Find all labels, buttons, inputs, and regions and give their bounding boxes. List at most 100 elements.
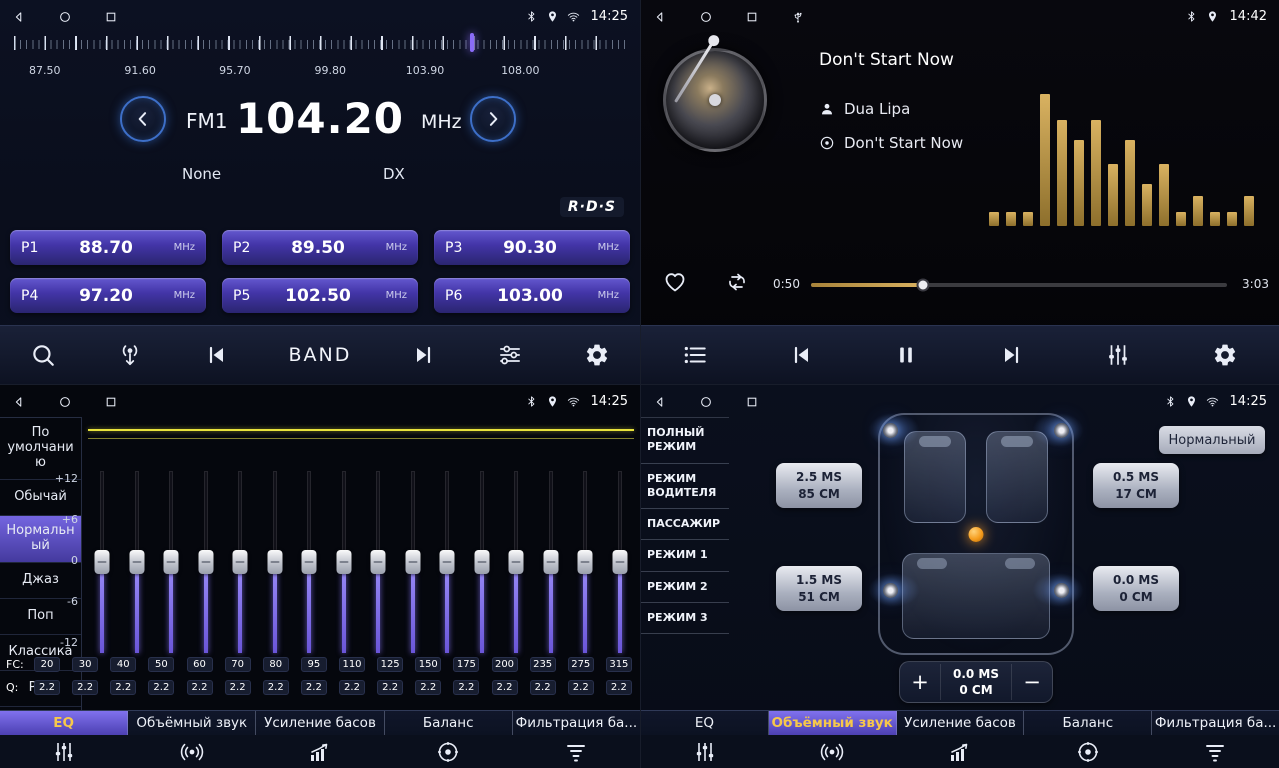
preset-button-p1[interactable]: P188.70MHz xyxy=(10,230,206,265)
eq-slider-handle[interactable] xyxy=(336,550,351,574)
eq-band-slider[interactable] xyxy=(541,471,561,653)
mode-full[interactable]: ПОЛНЫЙ РЕЖИМ xyxy=(641,418,729,464)
tab-bass-boost[interactable]: Усиление басов xyxy=(256,711,384,735)
tuning-indicator[interactable] xyxy=(470,33,474,52)
frequency-scale[interactable] xyxy=(14,36,626,51)
favorite-button[interactable] xyxy=(663,270,687,294)
eq-band-slider[interactable] xyxy=(472,471,492,653)
back-button[interactable] xyxy=(653,7,667,26)
eq-band-slider[interactable] xyxy=(230,471,250,653)
eq-band-slider[interactable] xyxy=(265,471,285,653)
eq-band-slider[interactable] xyxy=(610,471,630,653)
eq-slider-handle[interactable] xyxy=(440,550,455,574)
next-track-button[interactable] xyxy=(1000,343,1024,367)
band-switch-button[interactable]: BAND xyxy=(289,344,352,366)
progress-bar[interactable] xyxy=(811,283,1227,287)
broadcast-seek-button[interactable] xyxy=(117,342,143,368)
tab-surround-sound[interactable]: Объёмный звук xyxy=(128,711,256,735)
eq-band-slider[interactable] xyxy=(299,471,319,653)
preset-button-p6[interactable]: P6103.00MHz xyxy=(434,278,630,313)
eq-slider-handle[interactable] xyxy=(474,550,489,574)
eq-slider-handle[interactable] xyxy=(578,550,593,574)
prev-station-button[interactable] xyxy=(204,343,228,367)
next-station-button[interactable] xyxy=(412,343,436,367)
tune-settings-button[interactable] xyxy=(497,342,523,368)
playlist-button[interactable] xyxy=(682,342,708,368)
mixer-button[interactable] xyxy=(1105,342,1131,368)
eq-preset-custom[interactable]: Обычай xyxy=(0,480,81,516)
speaker-rear-right[interactable] xyxy=(1054,583,1069,598)
sound-preset-button[interactable]: Нормальный xyxy=(1159,426,1265,454)
filter-tab-icon[interactable] xyxy=(1151,740,1279,764)
pause-button[interactable] xyxy=(894,343,918,367)
eq-band-slider[interactable] xyxy=(196,471,216,653)
eq-band-slider[interactable] xyxy=(437,471,457,653)
eq-slider-handle[interactable] xyxy=(405,550,420,574)
tune-down-button[interactable] xyxy=(120,96,166,142)
eq-slider-handle[interactable] xyxy=(302,550,317,574)
back-button[interactable] xyxy=(12,392,26,411)
eq-slider-handle[interactable] xyxy=(233,550,248,574)
bass-boost-tab-icon[interactable] xyxy=(896,740,1024,764)
filter-tab-icon[interactable] xyxy=(512,740,640,764)
mode-3[interactable]: РЕЖИМ 3 xyxy=(641,603,729,634)
mode-driver[interactable]: РЕЖИМ ВОДИТЕЛЯ xyxy=(641,464,729,510)
eq-band-slider[interactable] xyxy=(575,471,595,653)
decrease-delay-button[interactable]: − xyxy=(1012,672,1052,693)
delay-front-right[interactable]: 0.5 MS 17 CM xyxy=(1093,463,1179,508)
eq-slider-handle[interactable] xyxy=(198,550,213,574)
delay-front-left[interactable]: 2.5 MS 85 CM xyxy=(776,463,862,508)
preset-button-p4[interactable]: P497.20MHz xyxy=(10,278,206,313)
tab-filter[interactable]: Фильтрация ба... xyxy=(513,711,640,735)
recents-button[interactable] xyxy=(745,392,759,411)
eq-band-slider[interactable] xyxy=(403,471,423,653)
eq-preset-jazz[interactable]: Джаз xyxy=(0,563,81,599)
tab-balance[interactable]: Баланс xyxy=(385,711,513,735)
home-button[interactable] xyxy=(699,392,713,411)
recents-button[interactable] xyxy=(104,7,118,26)
eq-slider-handle[interactable] xyxy=(267,550,282,574)
mode-passenger[interactable]: ПАССАЖИР xyxy=(641,509,729,540)
tab-eq[interactable]: EQ xyxy=(641,711,769,735)
delay-rear-left[interactable]: 1.5 MS 51 CM xyxy=(776,566,862,611)
home-button[interactable] xyxy=(699,7,713,26)
eq-band-slider[interactable] xyxy=(127,471,147,653)
eq-band-slider[interactable] xyxy=(334,471,354,653)
eq-band-slider[interactable] xyxy=(92,471,112,653)
speaker-rear-left[interactable] xyxy=(883,583,898,598)
home-button[interactable] xyxy=(58,392,72,411)
surround-tab-icon[interactable] xyxy=(769,740,897,764)
speaker-front-right[interactable] xyxy=(1054,423,1069,438)
repeat-button[interactable] xyxy=(725,270,749,294)
eq-band-slider[interactable] xyxy=(161,471,181,653)
listening-position-marker[interactable] xyxy=(969,527,984,542)
settings-gear-button[interactable] xyxy=(1212,342,1238,368)
back-button[interactable] xyxy=(653,392,667,411)
surround-tab-icon[interactable] xyxy=(128,740,256,764)
home-button[interactable] xyxy=(58,7,72,26)
eq-slider-handle[interactable] xyxy=(371,550,386,574)
balance-tab-icon[interactable] xyxy=(1024,740,1152,764)
tune-up-button[interactable] xyxy=(470,96,516,142)
tab-surround-sound[interactable]: Объёмный звук xyxy=(769,711,897,735)
mode-2[interactable]: РЕЖИМ 2 xyxy=(641,572,729,603)
preset-button-p5[interactable]: P5102.50MHz xyxy=(222,278,418,313)
preset-button-p3[interactable]: P390.30MHz xyxy=(434,230,630,265)
eq-slider-handle[interactable] xyxy=(543,550,558,574)
mode-1[interactable]: РЕЖИМ 1 xyxy=(641,540,729,571)
settings-gear-button[interactable] xyxy=(584,342,610,368)
tab-balance[interactable]: Баланс xyxy=(1024,711,1152,735)
eq-tab-icon[interactable] xyxy=(0,740,128,764)
recents-button[interactable] xyxy=(104,392,118,411)
eq-slider-handle[interactable] xyxy=(129,550,144,574)
eq-slider-handle[interactable] xyxy=(612,550,627,574)
progress-handle[interactable] xyxy=(917,279,930,292)
eq-slider-handle[interactable] xyxy=(95,550,110,574)
recents-button[interactable] xyxy=(745,7,759,26)
eq-slider-handle[interactable] xyxy=(164,550,179,574)
eq-tab-icon[interactable] xyxy=(641,740,769,764)
balance-tab-icon[interactable] xyxy=(384,740,512,764)
eq-band-slider[interactable] xyxy=(506,471,526,653)
tab-filter[interactable]: Фильтрация ба... xyxy=(1152,711,1279,735)
preset-button-p2[interactable]: P289.50MHz xyxy=(222,230,418,265)
